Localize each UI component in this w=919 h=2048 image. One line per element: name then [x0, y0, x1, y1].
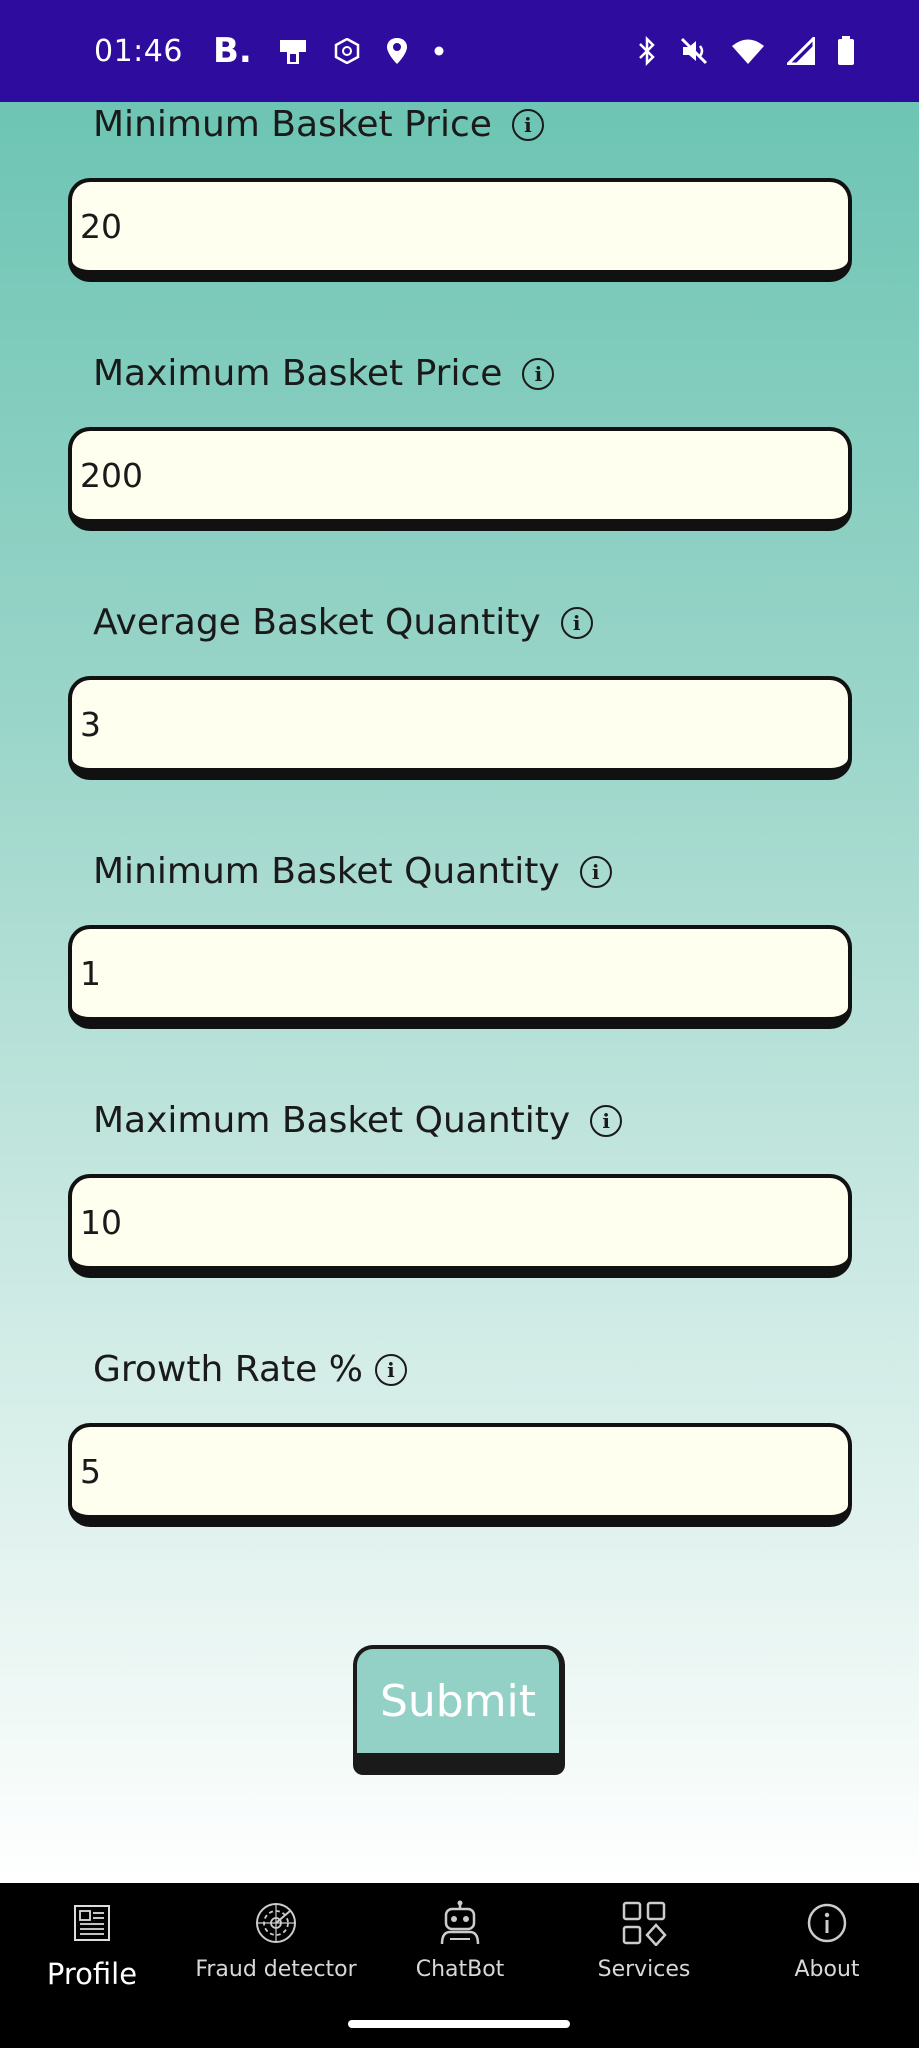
info-icon[interactable]: i: [522, 357, 555, 390]
max-basket-price-input[interactable]: 200: [68, 427, 852, 531]
nav-label-chatbot: ChatBot: [415, 1957, 505, 1982]
radar-icon: [254, 1899, 298, 1947]
min-basket-price-label: Minimum Basket Price i: [93, 104, 544, 145]
robot-icon: [436, 1899, 484, 1947]
nav-label-services: Services: [597, 1957, 691, 1982]
sim-icon: [278, 36, 308, 66]
wifi-icon: [731, 37, 765, 65]
submit-button[interactable]: Submit: [353, 1645, 565, 1775]
about-info-icon: [806, 1899, 848, 1947]
signal-icon: [787, 37, 815, 65]
min-basket-price-input[interactable]: 20: [68, 178, 852, 282]
info-icon[interactable]: i: [560, 606, 593, 639]
min-basket-quantity-label: Minimum Basket Quantity i: [93, 851, 612, 892]
home-indicator[interactable]: [348, 2020, 570, 2028]
assistant-icon: [334, 38, 360, 64]
nav-item-services[interactable]: Services: [552, 1899, 736, 1999]
location-icon: [386, 37, 408, 65]
min-basket-quantity-label-text: Minimum Basket Quantity: [93, 851, 560, 892]
avg-basket-quantity-label-text: Average Basket Quantity: [93, 602, 541, 643]
growth-rate-label-text: Growth Rate %: [93, 1349, 363, 1390]
avg-basket-quantity-label: Average Basket Quantity i: [93, 602, 593, 643]
dot-icon: [434, 46, 444, 56]
nav-item-chatbot[interactable]: ChatBot: [368, 1899, 552, 1999]
nav-label-about: About: [794, 1957, 860, 1982]
nav-item-fraud-detector[interactable]: Fraud detector: [184, 1899, 368, 1999]
nav-item-about[interactable]: About: [735, 1899, 919, 1999]
min-basket-price-label-text: Minimum Basket Price: [93, 104, 492, 145]
max-basket-price-label: Maximum Basket Price i: [93, 353, 555, 394]
status-bar: 01:46 B.: [0, 0, 919, 102]
info-icon[interactable]: i: [374, 1353, 407, 1386]
booking-icon: B.: [212, 31, 252, 71]
bottom-nav: Profile Fraud detector ChatBot Services …: [0, 1883, 919, 2048]
bluetooth-icon: [637, 36, 657, 66]
status-right-icons: [637, 36, 855, 66]
grid-icon: [621, 1899, 667, 1947]
growth-rate-input[interactable]: 5: [68, 1423, 852, 1527]
avg-basket-quantity-input[interactable]: 3: [68, 676, 852, 780]
mute-icon: [679, 36, 709, 66]
min-basket-quantity-input[interactable]: 1: [68, 925, 852, 1029]
max-basket-price-label-text: Maximum Basket Price: [93, 353, 503, 394]
max-basket-quantity-label: Maximum Basket Quantity i: [93, 1100, 623, 1141]
max-basket-quantity-input[interactable]: 10: [68, 1174, 852, 1278]
max-basket-quantity-label-text: Maximum Basket Quantity: [93, 1100, 571, 1141]
newspaper-icon: [72, 1899, 112, 1947]
status-left-icons: B.: [213, 31, 444, 71]
info-icon[interactable]: i: [511, 108, 544, 141]
status-time: 01:46: [94, 33, 183, 69]
info-icon[interactable]: i: [590, 1104, 623, 1137]
growth-rate-label: Growth Rate % i: [93, 1349, 407, 1390]
nav-label-fraud-detector: Fraud detector: [195, 1957, 357, 1982]
nav-item-profile[interactable]: Profile: [0, 1899, 184, 1999]
nav-label-profile: Profile: [46, 1957, 138, 1991]
battery-icon: [837, 36, 855, 66]
info-icon[interactable]: i: [579, 855, 612, 888]
